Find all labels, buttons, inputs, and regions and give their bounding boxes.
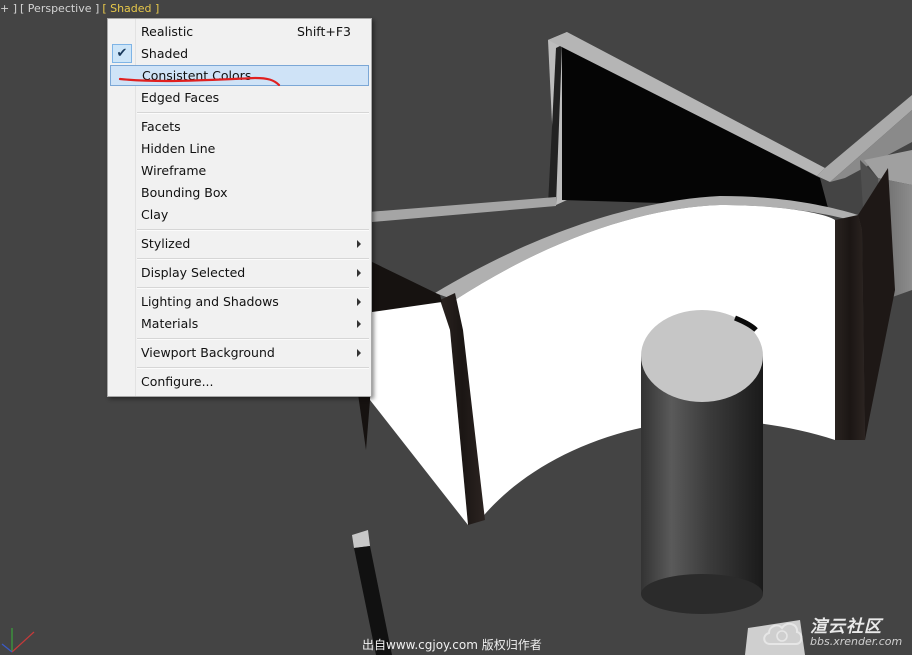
- menu-separator: [137, 287, 369, 289]
- menu-item-display-selected[interactable]: Display Selected: [110, 262, 369, 283]
- menu-item-shortcut: Shift+F3: [296, 24, 351, 39]
- submenu-arrow-icon: [357, 269, 361, 277]
- curved-wall: [356, 168, 895, 525]
- logo-url: bbs.xrender.com: [810, 635, 903, 648]
- submenu-arrow-icon: [357, 349, 361, 357]
- menu-item-label: Realistic: [141, 24, 194, 39]
- menu-separator: [137, 367, 369, 369]
- menu-item-bounding-box[interactable]: Bounding Box: [110, 182, 369, 203]
- menu-separator: [137, 258, 369, 260]
- cloud-logo-icon: [763, 622, 803, 645]
- menu-item-configure[interactable]: Configure...: [110, 371, 369, 392]
- viewport-shading-label[interactable]: [ Shaded ]: [102, 2, 159, 15]
- menu-item-facets[interactable]: Facets: [110, 116, 369, 137]
- menu-separator: [137, 112, 369, 114]
- menu-item-label: Stylized: [141, 236, 191, 251]
- menu-item-label: Lighting and Shadows: [141, 294, 279, 309]
- menu-item-label: Shaded: [141, 46, 189, 61]
- cylinder-object: [641, 310, 763, 614]
- menu-item-clay[interactable]: Clay: [110, 204, 369, 225]
- menu-separator: [137, 338, 369, 340]
- submenu-arrow-icon: [357, 298, 361, 306]
- submenu-arrow-icon: [357, 240, 361, 248]
- axis-gizmo-icon: [1, 628, 35, 653]
- menu-item-label: Display Selected: [141, 265, 246, 280]
- menu-item-label: Consistent Colors: [142, 68, 252, 83]
- shading-context-menu: Realistic Shift+F3 ✔ Shaded Consistent C…: [107, 18, 372, 397]
- menu-item-viewport-background[interactable]: Viewport Background: [110, 342, 369, 363]
- site-logo: 渲云社区 bbs.xrender.com: [760, 612, 910, 652]
- menu-item-label: Hidden Line: [141, 141, 216, 156]
- menu-item-label: Edged Faces: [141, 90, 220, 105]
- submenu-arrow-icon: [357, 320, 361, 328]
- back-wall: [368, 32, 912, 222]
- watermark-text: 出自www.cgjoy.com 版权归作者: [362, 638, 542, 652]
- menu-item-hidden-line[interactable]: Hidden Line: [110, 138, 369, 159]
- menu-item-edged-faces[interactable]: Edged Faces: [110, 87, 369, 108]
- menu-item-label: Materials: [141, 316, 199, 331]
- menu-item-label: Clay: [141, 207, 169, 222]
- menu-separator: [137, 229, 369, 231]
- logo-name: 渲云社区: [810, 617, 882, 637]
- menu-item-wireframe[interactable]: Wireframe: [110, 160, 369, 181]
- menu-item-materials[interactable]: Materials: [110, 313, 369, 334]
- menu-item-label: Configure...: [141, 374, 214, 389]
- menu-item-label: Wireframe: [141, 163, 207, 178]
- viewport-plus-label[interactable]: + ]: [0, 2, 17, 15]
- menu-item-realistic[interactable]: Realistic Shift+F3: [110, 21, 369, 42]
- viewport-perspective-label[interactable]: [ Perspective ]: [20, 2, 99, 15]
- menu-item-stylized[interactable]: Stylized: [110, 233, 369, 254]
- menu-item-label: Facets: [141, 119, 181, 134]
- menu-item-lighting-and-shadows[interactable]: Lighting and Shadows: [110, 291, 369, 312]
- menu-item-shaded[interactable]: ✔ Shaded: [110, 43, 369, 64]
- menu-item-label: Bounding Box: [141, 185, 228, 200]
- viewport-label-bar: + ][ Perspective ][ Shaded ]: [0, 2, 162, 16]
- checkmark-icon: ✔: [112, 44, 132, 63]
- menu-item-consistent-colors[interactable]: Consistent Colors: [110, 65, 369, 86]
- menu-item-label: Viewport Background: [141, 345, 275, 360]
